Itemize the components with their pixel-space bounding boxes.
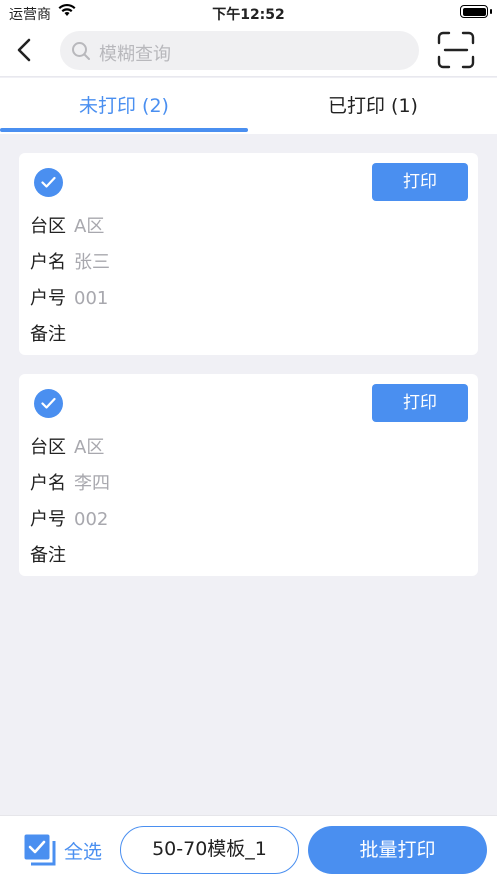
back-arrow-icon[interactable] <box>10 34 40 66</box>
search-placeholder: 模糊查询 <box>99 44 171 65</box>
number-value: 002 <box>74 509 109 530</box>
number-row: 户号 002 <box>30 505 108 531</box>
area-value: A区 <box>74 216 105 237</box>
area-row: 台区 A区 <box>30 433 104 459</box>
tab-unprinted[interactable]: 未打印 (2) <box>0 78 248 134</box>
name-row: 户名 李四 <box>30 469 110 495</box>
number-value: 001 <box>74 288 109 309</box>
name-row: 户名 张三 <box>30 248 110 274</box>
batch-print-button[interactable]: 批量打印 <box>308 826 487 874</box>
number-label: 户号 <box>30 509 66 530</box>
checkmark-icon <box>41 176 56 188</box>
area-value: A区 <box>74 437 105 458</box>
area-label: 台区 <box>30 216 66 237</box>
print-button[interactable]: 打印 <box>372 163 468 201</box>
select-all-label[interactable]: 全选 <box>64 837 102 864</box>
record-checkbox[interactable] <box>34 168 63 197</box>
note-row: 备注 <box>30 541 74 567</box>
name-label: 户名 <box>30 473 66 494</box>
battery-icon <box>460 5 492 18</box>
scan-icon[interactable] <box>437 31 475 69</box>
name-value: 李四 <box>74 473 110 494</box>
tab-bar: 未打印 (2) 已打印 (1) <box>0 78 497 134</box>
note-label: 备注 <box>30 545 66 566</box>
nav-bar: 模糊查询 <box>0 24 497 77</box>
tab-printed[interactable]: 已打印 (1) <box>249 78 497 134</box>
bottom-action-bar: 全选 50-70模板_1 批量打印 <box>0 815 497 883</box>
record-card: 打印 台区 A区 户名 张三 户号 001 备注 <box>19 153 478 355</box>
search-icon <box>72 42 90 60</box>
note-label: 备注 <box>30 324 66 345</box>
name-value: 张三 <box>74 252 110 273</box>
status-bar: 运营商 下午12:52 <box>0 0 497 24</box>
number-row: 户号 001 <box>30 284 108 310</box>
checkmark-icon <box>41 397 56 409</box>
select-all-checkbox-icon[interactable] <box>23 833 56 866</box>
record-checkbox[interactable] <box>34 389 63 418</box>
clock: 下午12:52 <box>212 7 285 23</box>
area-row: 台区 A区 <box>30 212 104 238</box>
name-label: 户名 <box>30 252 66 273</box>
search-input[interactable]: 模糊查询 <box>60 31 419 70</box>
record-card: 打印 台区 A区 户名 李四 户号 002 备注 <box>19 374 478 576</box>
template-selector-button[interactable]: 50-70模板_1 <box>120 826 299 874</box>
print-button[interactable]: 打印 <box>372 384 468 422</box>
area-label: 台区 <box>30 437 66 458</box>
note-row: 备注 <box>30 320 74 346</box>
active-tab-indicator <box>0 128 248 132</box>
number-label: 户号 <box>30 288 66 309</box>
